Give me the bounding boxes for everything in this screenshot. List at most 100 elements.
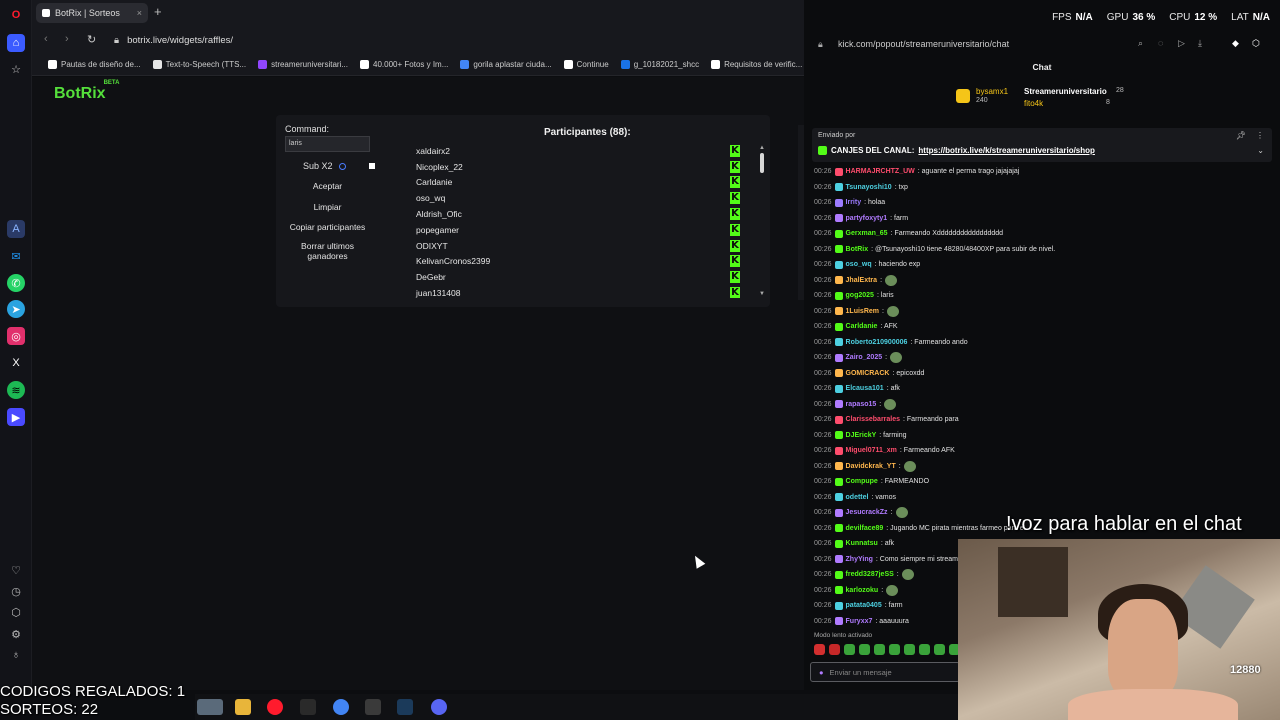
emote-icon[interactable] <box>844 644 855 655</box>
chrome-icon[interactable] <box>333 699 349 715</box>
message-username[interactable]: Elcausa101 <box>846 385 884 392</box>
participant-row[interactable]: DeGebr K <box>402 269 742 285</box>
messenger-icon[interactable]: ✉ <box>7 247 25 265</box>
chat-url-text[interactable]: kick.com/popout/streameruniversitario/ch… <box>838 39 1009 49</box>
message-username[interactable]: rapaso15 <box>846 401 877 408</box>
pin-icon[interactable]: 📌︎ <box>1236 131 1246 140</box>
download-icon[interactable]: ⤓ <box>1198 38 1202 49</box>
accept-button[interactable]: Aceptar <box>285 181 370 191</box>
emote-icon[interactable] <box>934 644 945 655</box>
participant-row[interactable]: ODIXYT K <box>402 238 742 254</box>
scroll-up-icon[interactable]: ▲ <box>759 145 765 151</box>
back-icon[interactable]: ‹ <box>44 33 48 45</box>
emote-icon[interactable] <box>874 644 885 655</box>
command-input[interactable]: laris <box>285 136 370 152</box>
bookmark-item[interactable]: gorila aplastar ciuda... <box>456 60 555 69</box>
emote-icon[interactable] <box>814 644 825 655</box>
url-field[interactable]: 🔒︎ botrix.live/widgets/raffles/ <box>114 31 784 49</box>
message-username[interactable]: Davidckrak_YT <box>846 463 896 470</box>
settings-icon[interactable]: ⚙ <box>7 625 25 643</box>
botrix-logo[interactable]: BotRixBETA <box>54 80 121 103</box>
message-username[interactable]: BotRix <box>846 246 869 253</box>
steam-icon[interactable] <box>397 699 413 715</box>
participant-row[interactable]: Carldanie K <box>402 175 742 191</box>
message-username[interactable]: Miguel0711_xm <box>846 447 897 454</box>
app-icon[interactable] <box>300 699 316 715</box>
bookmark-item[interactable]: Pautas de diseño de... <box>44 60 145 69</box>
message-username[interactable]: karlozoku <box>846 587 879 594</box>
pin-icon[interactable]: ☆ <box>7 60 25 78</box>
emote-icon[interactable] <box>829 644 840 655</box>
cube-icon[interactable]: ⬡ <box>1252 38 1260 49</box>
message-username[interactable]: Gerxman_65 <box>846 230 888 237</box>
message-username[interactable]: fredd3287jeSS <box>846 571 894 578</box>
scroll-down-icon[interactable]: ▼ <box>759 291 765 297</box>
message-username[interactable]: oso_wq <box>846 261 872 268</box>
participant-row[interactable]: juan131408 K <box>402 285 742 298</box>
bookmark-item[interactable]: Text-to-Speech (TTS... <box>149 60 250 69</box>
clear-winners-button[interactable]: Borrar ultimos ganadores <box>285 241 370 261</box>
message-username[interactable]: Tsunayoshi10 <box>846 184 892 191</box>
aria-icon[interactable]: A <box>7 220 25 238</box>
message-username[interactable]: Zairo_2025 <box>846 354 883 361</box>
participant-row[interactable]: xaldairx2 K <box>402 143 742 159</box>
message-username[interactable]: GOMICRACK <box>846 370 890 377</box>
message-username[interactable]: Irrity <box>846 199 862 206</box>
x-icon[interactable]: X <box>7 354 25 372</box>
message-username[interactable]: odettel <box>846 494 869 501</box>
message-username[interactable]: ZhyYing <box>846 556 873 563</box>
copy-participants-button[interactable]: Copiar participantes <box>285 222 370 232</box>
participants-scrollbar[interactable] <box>760 153 764 173</box>
participant-row[interactable]: oso_wq K <box>402 190 742 206</box>
message-username[interactable]: JesucrackZz <box>846 509 888 516</box>
search-icon[interactable]: ⌕ <box>1138 38 1143 49</box>
heart-icon[interactable]: ♡ <box>7 561 25 579</box>
emote-icon[interactable] <box>859 644 870 655</box>
bookmark-item[interactable]: Requisitos de verific... <box>707 60 804 69</box>
tab-botrix[interactable]: BotRix | Sorteos × <box>36 3 148 23</box>
emote-icon[interactable] <box>889 644 900 655</box>
instagram-icon[interactable]: ◎ <box>7 327 25 345</box>
bookmark-item[interactable]: Continue <box>560 60 613 69</box>
message-username[interactable]: Compupe <box>846 478 878 485</box>
chat-input[interactable]: ● Enviar un mensaje <box>810 662 960 682</box>
opera-icon[interactable] <box>267 699 283 715</box>
chevron-down-icon[interactable]: ⌄ <box>1257 146 1264 155</box>
message-username[interactable]: Carldanie <box>846 323 878 330</box>
more-icon[interactable]: ⋮ <box>1256 131 1264 140</box>
reload-icon[interactable]: ↻ <box>87 33 96 46</box>
message-username[interactable]: patata0405 <box>846 602 882 609</box>
calendar-icon[interactable] <box>365 699 381 715</box>
mic-icon[interactable]: ● <box>819 668 824 677</box>
opera-logo-icon[interactable]: O <box>7 6 25 24</box>
sub-x2-checkbox[interactable] <box>369 163 375 169</box>
message-username[interactable]: partyfoxyty1 <box>846 215 888 222</box>
message-username[interactable]: JhalExtra <box>846 277 878 284</box>
lightbulb-icon[interactable]: ♁ <box>7 646 25 664</box>
discord-icon[interactable] <box>431 699 447 715</box>
shield-icon[interactable]: ◌ <box>1158 38 1163 48</box>
file-explorer-icon[interactable] <box>235 699 251 715</box>
tab-close-icon[interactable]: × <box>137 8 142 18</box>
info-icon[interactable] <box>338 162 346 170</box>
participant-row[interactable]: KelivanCronos2399 K <box>402 254 742 270</box>
message-username[interactable]: gog2025 <box>846 292 874 299</box>
cube-icon[interactable]: ⬡ <box>7 603 25 621</box>
spotify-icon[interactable]: ≋ <box>7 381 25 399</box>
message-username[interactable]: 1LuisRem <box>846 308 879 315</box>
message-username[interactable]: Furyxx7 <box>846 618 873 625</box>
history-icon[interactable]: ◷ <box>7 582 25 600</box>
forward-icon[interactable]: › <box>65 33 69 45</box>
participant-row[interactable]: Aldrish_Ofic K <box>402 206 742 222</box>
telegram-icon[interactable]: ➤ <box>7 300 25 318</box>
participant-row[interactable]: popegamer K <box>402 222 742 238</box>
clear-button[interactable]: Limpiar <box>285 202 370 212</box>
emote-icon[interactable] <box>919 644 930 655</box>
new-tab-button[interactable]: + <box>154 5 162 19</box>
message-username[interactable]: Kunnatsu <box>846 540 878 547</box>
message-username[interactable]: HARMAJRCHTZ_UW <box>846 168 915 175</box>
message-username[interactable]: devilface89 <box>846 525 884 532</box>
message-username[interactable]: Clarissebarrales <box>846 416 900 423</box>
message-username[interactable]: DJErickY <box>846 432 877 439</box>
participant-row[interactable]: Nicoplex_22 K <box>402 159 742 175</box>
